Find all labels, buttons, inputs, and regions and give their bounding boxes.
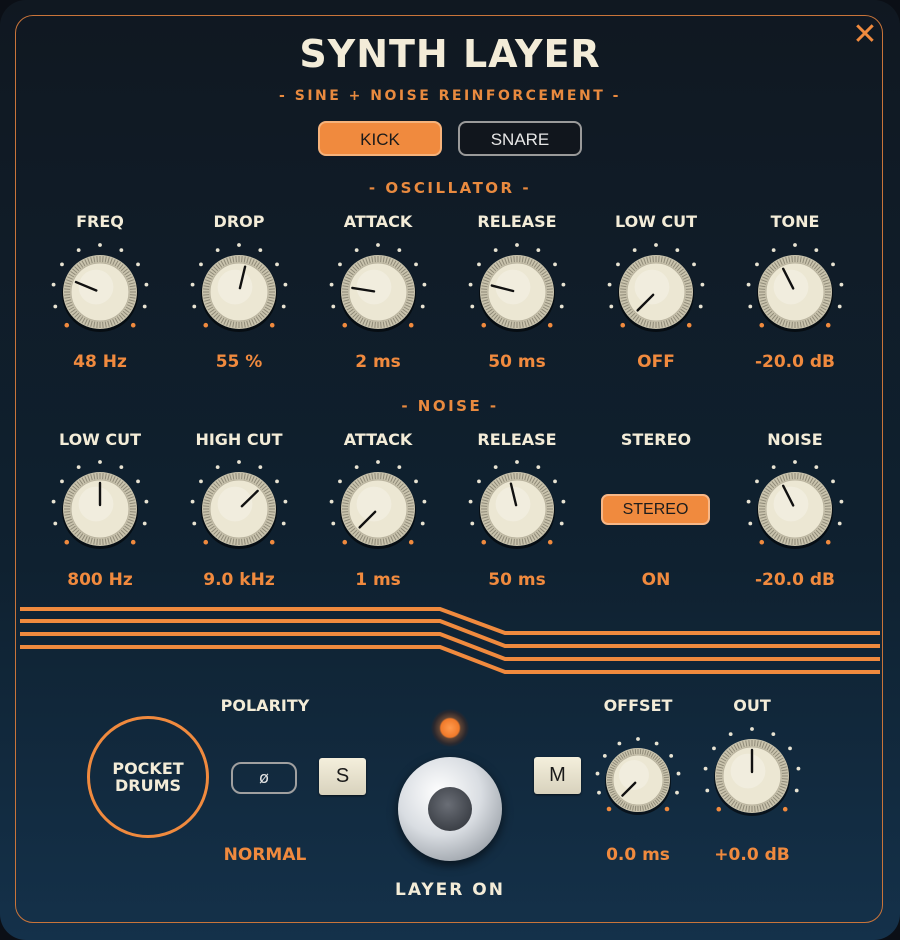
noise-level-value: -20.0 dB <box>754 570 836 590</box>
noise-attack-label: ATTACK <box>343 430 413 449</box>
osc-lowcut-knob[interactable] <box>606 242 706 342</box>
osc-tone-value: -20.0 dB <box>754 352 836 372</box>
noise-highcut-value: 9.0 kHz <box>203 570 275 590</box>
offset-knob[interactable] <box>593 735 683 825</box>
page-subtitle: - SINE + NOISE REINFORCEMENT - <box>279 88 621 104</box>
noise-stereo-label: STEREO <box>620 430 692 449</box>
polarity-label: POLARITY <box>220 696 310 715</box>
noise-level-knob[interactable] <box>745 459 845 559</box>
page-title: SYNTH LAYER <box>299 32 601 76</box>
solo-button[interactable]: S <box>319 758 366 795</box>
noise-lowcut-knob[interactable] <box>50 459 150 559</box>
polarity-value: NORMAL <box>223 845 307 865</box>
osc-attack-label: ATTACK <box>343 212 413 231</box>
oscillator-section-label: - OSCILLATOR - <box>368 179 532 197</box>
layer-led-indicator <box>431 709 469 747</box>
out-knob[interactable] <box>702 726 802 826</box>
noise-section-label: - NOISE - <box>401 397 499 415</box>
noise-attack-knob[interactable] <box>328 459 428 559</box>
polarity-invert-button[interactable]: ø <box>231 762 297 794</box>
osc-drop-value: 55 % <box>215 352 263 372</box>
noise-stereo-value: ON <box>641 570 671 590</box>
out-label: OUT <box>733 696 771 715</box>
layer-on-label: LAYER ON <box>395 880 505 900</box>
osc-freq-value: 48 Hz <box>73 352 127 372</box>
noise-level-label: NOISE <box>767 430 823 449</box>
osc-tone-label: TONE <box>770 212 820 231</box>
noise-lowcut-value: 800 Hz <box>67 570 133 590</box>
noise-release-knob[interactable] <box>467 459 567 559</box>
tab-kick[interactable]: KICK <box>318 121 442 156</box>
osc-drop-knob[interactable] <box>189 242 289 342</box>
mute-button[interactable]: M <box>534 757 581 794</box>
osc-attack-value: 2 ms <box>355 352 401 372</box>
noise-lowcut-label: LOW CUT <box>58 430 142 449</box>
brand-logo: POCKET DRUMS <box>87 716 209 838</box>
osc-attack-knob[interactable] <box>328 242 428 342</box>
synth-layer-window: ✕ SYNTH LAYER - SINE + NOISE REINFORCEME… <box>0 0 900 940</box>
osc-tone-knob[interactable] <box>745 242 845 342</box>
osc-release-value: 50 ms <box>488 352 546 372</box>
noise-highcut-knob[interactable] <box>189 459 289 559</box>
logo-line-2: DRUMS <box>114 776 182 795</box>
layer-footswitch[interactable] <box>398 757 502 861</box>
decorative-stripes <box>20 607 880 674</box>
osc-release-label: RELEASE <box>477 212 557 231</box>
noise-attack-value: 1 ms <box>355 570 401 590</box>
stereo-toggle-button[interactable]: STEREO <box>601 494 710 525</box>
tab-snare[interactable]: SNARE <box>458 121 582 156</box>
osc-drop-label: DROP <box>213 212 265 231</box>
osc-freq-label: FREQ <box>76 212 124 231</box>
osc-lowcut-value: OFF <box>637 352 675 372</box>
noise-highcut-label: HIGH CUT <box>195 430 283 449</box>
footswitch-cap <box>428 787 472 831</box>
noise-release-value: 50 ms <box>488 570 546 590</box>
osc-release-knob[interactable] <box>467 242 567 342</box>
out-value: +0.0 dB <box>714 845 790 865</box>
osc-freq-knob[interactable] <box>50 242 150 342</box>
noise-release-label: RELEASE <box>477 430 557 449</box>
osc-lowcut-label: LOW CUT <box>614 212 698 231</box>
